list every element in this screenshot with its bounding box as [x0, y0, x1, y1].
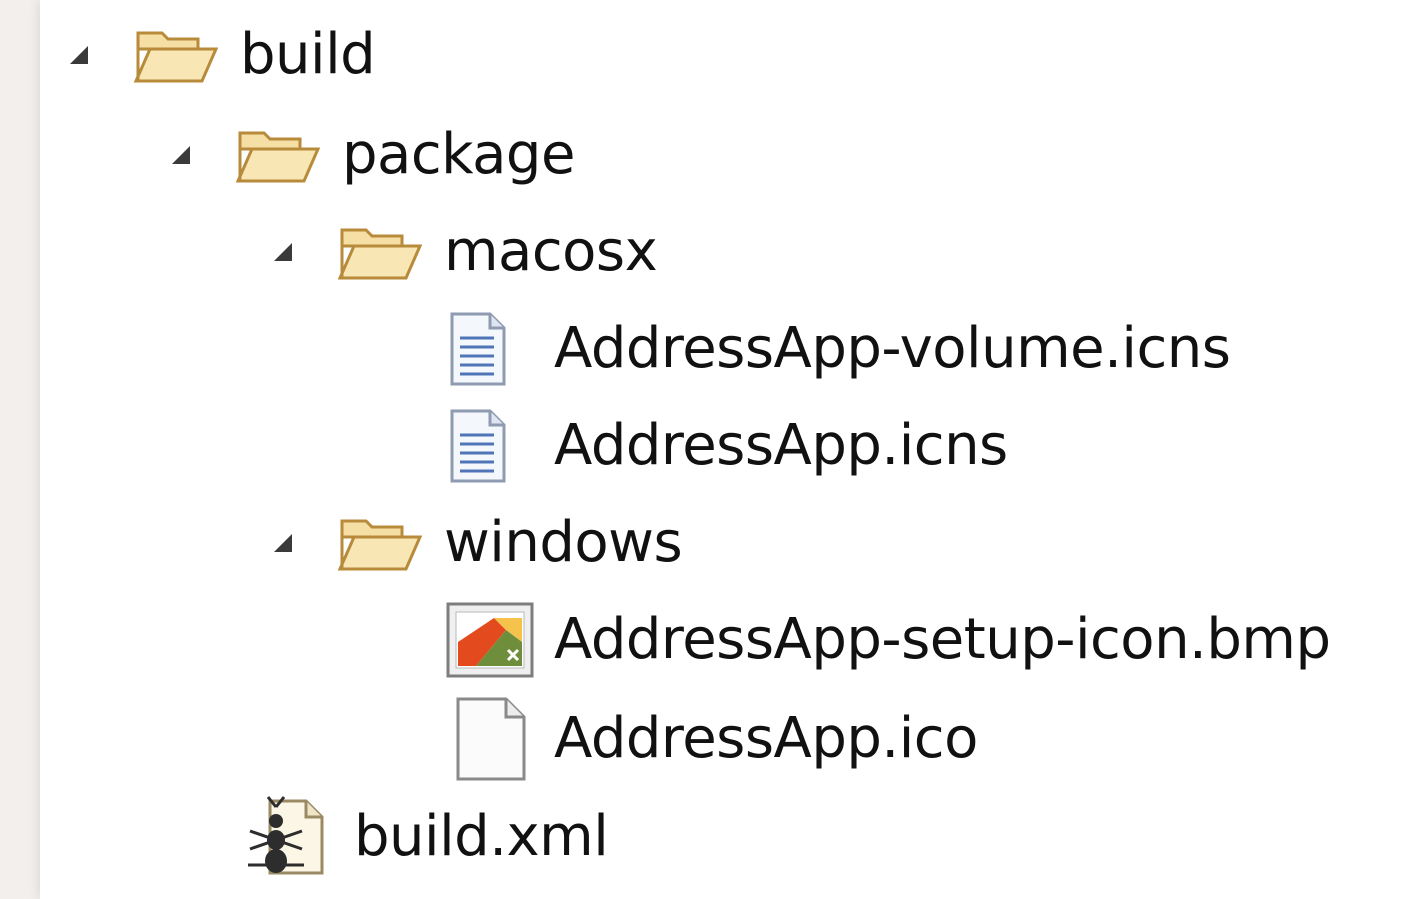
tree-item-label: build [240, 22, 376, 87]
tree-item-setup-bmp[interactable]: AddressApp-setup-icon.bmp [446, 591, 1331, 689]
text-file-icon [446, 309, 536, 389]
project-explorer-tree: build package macosx AddressApp-volume.i… [40, 0, 1409, 899]
tree-item-label: AddressApp-volume.icns [554, 316, 1231, 381]
ant-build-file-icon [240, 796, 336, 877]
open-folder-icon [336, 503, 426, 583]
tree-item-package[interactable]: package [172, 106, 575, 204]
tree-item-label: package [342, 122, 575, 187]
text-file-icon [446, 406, 536, 486]
blank-file-icon [446, 697, 536, 781]
tree-item-macosx[interactable]: macosx [274, 203, 658, 301]
expanded-arrow-icon[interactable] [70, 46, 88, 64]
image-file-icon [446, 600, 536, 680]
tree-item-build-xml[interactable]: build.xml [240, 788, 609, 886]
tree-item-label: AddressApp.ico [554, 706, 978, 771]
tree-item-app-ico[interactable]: AddressApp.ico [446, 690, 978, 788]
tree-item-volume-icns[interactable]: AddressApp-volume.icns [446, 300, 1231, 398]
open-folder-icon [336, 212, 426, 292]
tree-item-build[interactable]: build [70, 6, 376, 104]
tree-item-label: windows [444, 510, 683, 575]
open-folder-icon [234, 115, 324, 195]
tree-item-windows[interactable]: windows [274, 494, 683, 592]
expanded-arrow-icon[interactable] [274, 243, 292, 261]
expanded-arrow-icon[interactable] [172, 146, 190, 164]
tree-item-label: build.xml [354, 804, 609, 869]
tree-item-label: AddressApp.icns [554, 413, 1008, 478]
expanded-arrow-icon[interactable] [274, 534, 292, 552]
open-folder-icon [132, 15, 222, 95]
tree-item-label: macosx [444, 219, 658, 284]
tree-item-app-icns[interactable]: AddressApp.icns [446, 397, 1008, 495]
tree-item-label: AddressApp-setup-icon.bmp [554, 607, 1331, 672]
